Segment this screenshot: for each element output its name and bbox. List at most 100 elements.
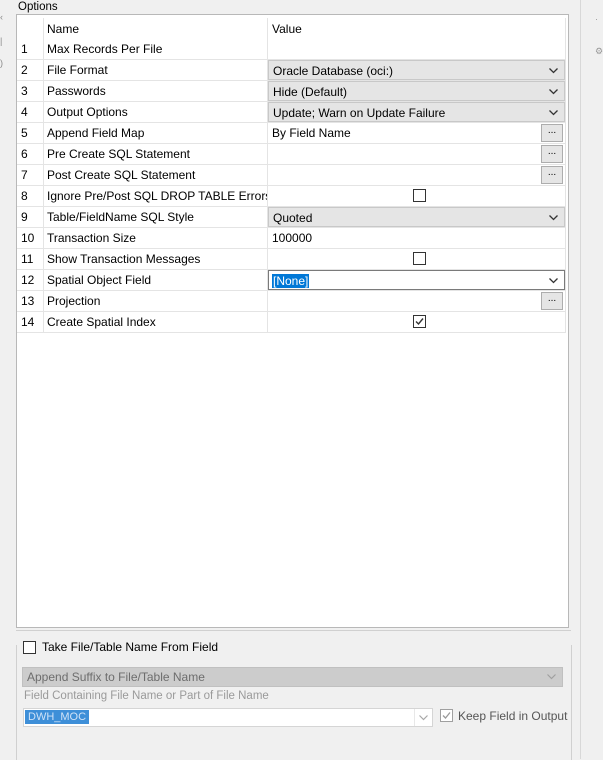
row-name: Ignore Pre/Post SQL DROP TABLE Errors (43, 185, 268, 207)
field-name-dropdown-button[interactable] (414, 709, 432, 726)
row-value-cell[interactable]: Oracle Database (oci:) (267, 59, 566, 81)
row-name: Table/FieldName SQL Style (43, 206, 268, 228)
row-value-text[interactable]: 100000 (272, 231, 312, 245)
grid-header-row: Name Value (17, 18, 566, 39)
row-number: 3 (17, 80, 44, 102)
ellipsis-icon: ... (547, 146, 557, 157)
chevron-down-icon (549, 68, 558, 74)
grid-row[interactable]: 4 Output Options Update; Warn on Update Fa… (17, 101, 566, 123)
row-value-cell[interactable]: By Field Name... (267, 122, 566, 144)
grid-header-num (17, 18, 44, 39)
row-value-cell[interactable]: Update; Warn on Update Failure (267, 101, 566, 123)
row-value-text: Update; Warn on Update Failure (273, 106, 446, 120)
grid-row[interactable]: 6 Pre Create SQL Statement... (17, 143, 566, 165)
grid-header-value: Value (267, 18, 566, 39)
row-value-cell[interactable] (267, 311, 566, 333)
left-panel-edge: ‹ | ) (0, 0, 8, 759)
gear-icon: ⚙ (595, 46, 603, 56)
name-mode-value: Append Suffix to File/Table Name (27, 670, 205, 684)
row-value-cell[interactable] (267, 248, 566, 270)
row-value-checkbox[interactable] (413, 315, 426, 328)
file-name-options: Take File/Table Name From Field Append S… (16, 630, 572, 760)
row-number: 6 (17, 143, 44, 165)
row-name: Append Field Map (43, 122, 268, 144)
ellipsis-icon: ... (547, 167, 557, 178)
row-number: 7 (17, 164, 44, 186)
row-value-text: Oracle Database (oci:) (273, 64, 394, 78)
row-name: Spatial Object Field (43, 269, 268, 291)
grid-row[interactable]: 12 Spatial Object Field [None] (17, 269, 566, 291)
grid-row[interactable]: 2 File Format Oracle Database (oci:) (17, 59, 566, 81)
row-number: 1 (17, 39, 44, 60)
checkmark-icon (442, 712, 451, 719)
row-value-combo[interactable]: Quoted (268, 207, 565, 227)
row-number: 11 (17, 248, 44, 270)
row-number: 14 (17, 311, 44, 333)
take-name-checkbox[interactable] (23, 641, 36, 654)
row-name: Pre Create SQL Statement (43, 143, 268, 165)
edge-glyph: | (0, 36, 3, 46)
grid-row[interactable]: 5 Append Field Map By Field Name... (17, 122, 566, 144)
row-value-cell[interactable]: Hide (Default) (267, 80, 566, 102)
grid-row[interactable]: 10 Transaction Size 100000 (17, 227, 566, 249)
row-value-checkbox[interactable] (413, 189, 426, 202)
grid-row[interactable]: 14 Create Spatial Index (17, 311, 566, 333)
edge-glyph: ) (0, 58, 3, 68)
row-value-combo[interactable]: Hide (Default) (268, 81, 565, 101)
ellipsis-icon: ... (547, 293, 557, 304)
take-name-label: Take File/Table Name From Field (42, 640, 219, 654)
row-number: 2 (17, 59, 44, 81)
row-value-cell[interactable]: 100000 (267, 227, 566, 249)
keep-field-checkbox[interactable] (440, 709, 453, 722)
row-name: File Format (43, 59, 268, 81)
row-value-cell[interactable] (267, 39, 566, 60)
row-value-combo[interactable]: Update; Warn on Update Failure (268, 102, 565, 122)
row-number: 5 (17, 122, 44, 144)
grid-row[interactable]: 7 Post Create SQL Statement... (17, 164, 566, 186)
grid-row[interactable]: 3 Passwords Hide (Default) (17, 80, 566, 102)
grid-row[interactable]: 9 Table/FieldName SQL Style Quoted (17, 206, 566, 228)
row-name: Post Create SQL Statement (43, 164, 268, 186)
chevron-down-icon (549, 110, 558, 116)
grid-row[interactable]: 11 Show Transaction Messages (17, 248, 566, 270)
options-group-title: Options (18, 1, 58, 13)
row-name: Show Transaction Messages (43, 248, 268, 270)
row-value-combo-focused[interactable]: [None] (268, 270, 565, 290)
chevron-down-icon (547, 674, 556, 680)
name-mode-combo[interactable]: Append Suffix to File/Table Name (22, 667, 563, 687)
row-name: Max Records Per File (43, 39, 268, 60)
field-name-value: DWH_MOC (25, 710, 90, 724)
grid-header-name: Name (43, 18, 268, 39)
row-name: Projection (43, 290, 268, 312)
row-value-text: Quoted (273, 211, 313, 225)
row-value-text: [None] (272, 274, 310, 288)
row-value-cell[interactable]: ... (267, 143, 566, 165)
row-value-cell[interactable] (267, 185, 566, 207)
ellipsis-button[interactable]: ... (541, 292, 563, 310)
right-panel-edge: · ⚙ (580, 0, 603, 759)
grid-row[interactable]: 8 Ignore Pre/Post SQL DROP TABLE Errors (17, 185, 566, 207)
ellipsis-button[interactable]: ... (541, 124, 563, 142)
row-name: Create Spatial Index (43, 311, 268, 333)
row-value-cell[interactable]: [None] (267, 269, 566, 291)
row-number: 13 (17, 290, 44, 312)
row-name: Transaction Size (43, 227, 268, 249)
row-value-combo[interactable]: Oracle Database (oci:) (268, 60, 565, 80)
row-value-cell[interactable]: ... (267, 290, 566, 312)
edge-glyph: ‹ (0, 12, 3, 22)
grid-row[interactable]: 1 Max Records Per File (17, 39, 566, 60)
row-number: 4 (17, 101, 44, 123)
ellipsis-icon: ... (547, 125, 557, 136)
row-value-cell[interactable]: Quoted (267, 206, 566, 228)
chevron-down-icon (549, 215, 558, 221)
checkmark-icon (415, 318, 424, 326)
row-value-text[interactable]: By Field Name (272, 126, 351, 140)
ellipsis-button[interactable]: ... (541, 166, 563, 184)
row-number: 8 (17, 185, 44, 207)
field-name-combo[interactable]: DWH_MOC (23, 708, 433, 727)
row-value-cell[interactable]: ... (267, 164, 566, 186)
grid-row[interactable]: 13 Projection... (17, 290, 566, 312)
row-value-checkbox[interactable] (413, 252, 426, 265)
ellipsis-button[interactable]: ... (541, 145, 563, 163)
file-name-frame (16, 645, 572, 760)
